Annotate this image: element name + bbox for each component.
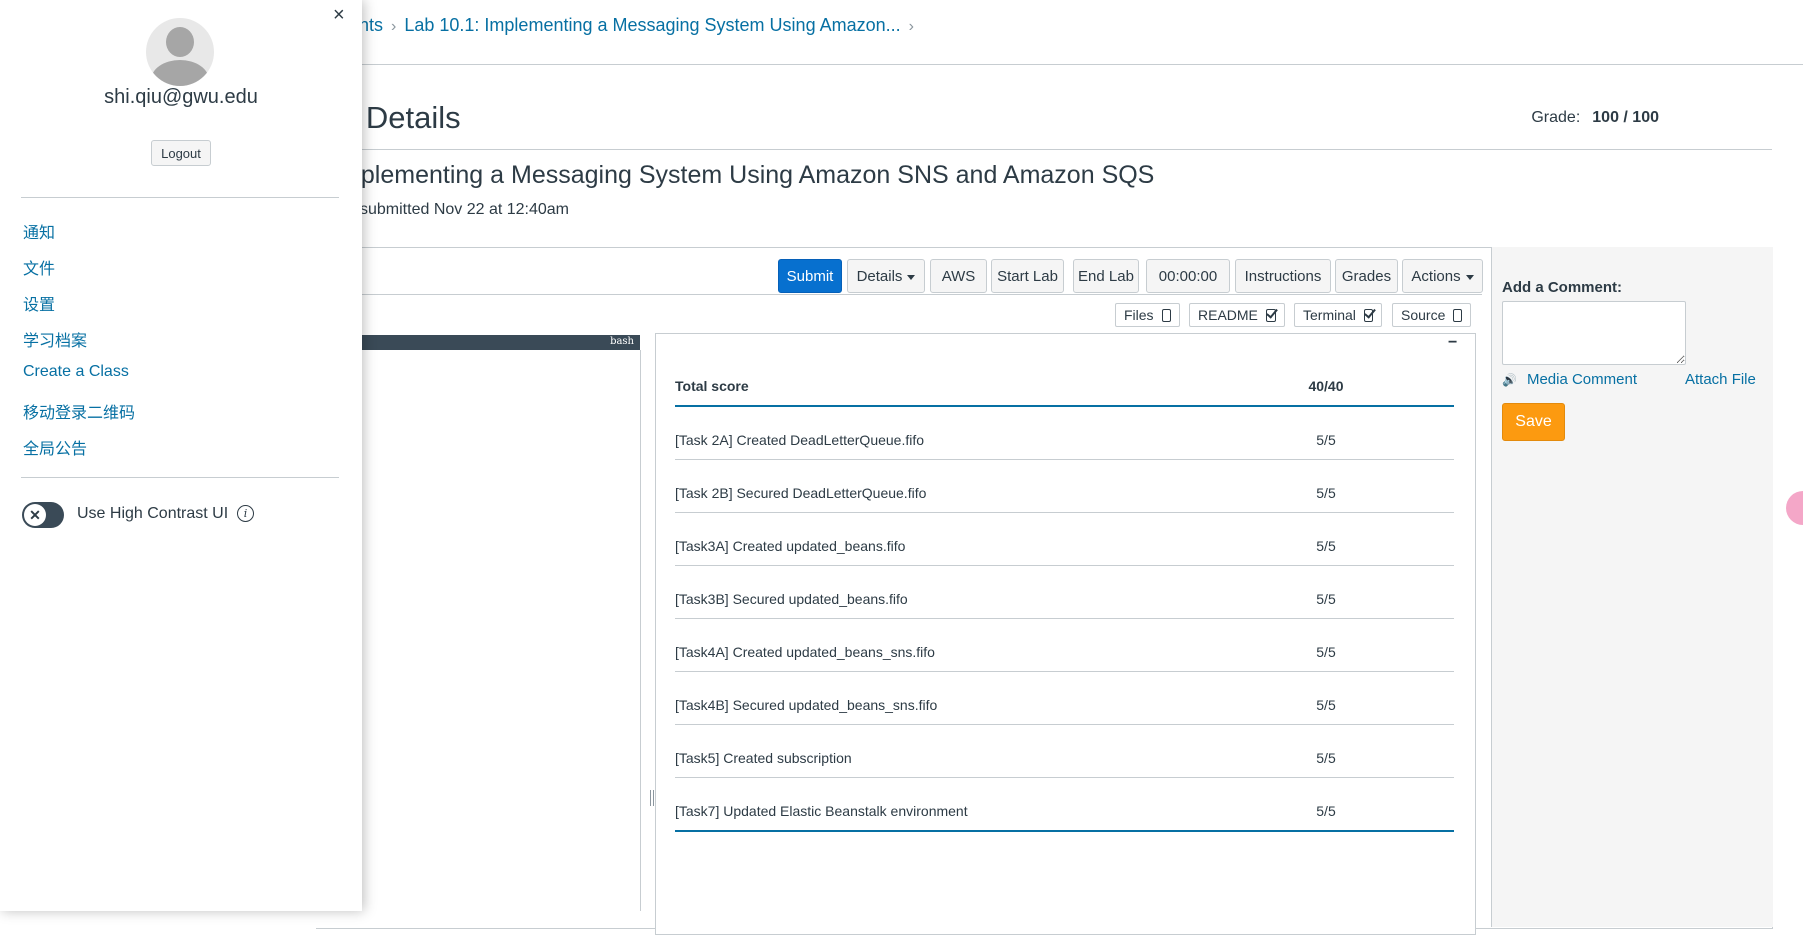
pane-resize-handle[interactable] bbox=[650, 790, 654, 806]
terminal-pane[interactable] bbox=[316, 350, 641, 911]
task-score: 5/5 bbox=[1316, 644, 1336, 660]
save-button[interactable]: Save bbox=[1502, 403, 1565, 441]
submitted-date: submitted Nov 22 at 12:40am bbox=[360, 201, 570, 218]
task-score: 5/5 bbox=[1316, 591, 1336, 607]
lab-timer: 00:00:00 bbox=[1146, 259, 1230, 293]
task-name: [Task5] Created subscription bbox=[675, 750, 852, 766]
tray-link-files[interactable]: 文件 bbox=[23, 255, 55, 279]
tray-link-create-class[interactable]: Create a Class bbox=[23, 363, 129, 381]
media-comment-link[interactable]: 🔊 Media Comment bbox=[1502, 371, 1637, 388]
terminal-tab-bar: bash bbox=[316, 335, 640, 350]
table-row: [Task 2A] Created DeadLetterQueue.fifo 5… bbox=[675, 407, 1454, 460]
user-email: shi.qiu@gwu.edu bbox=[104, 86, 258, 108]
source-toggle-label: Source bbox=[1401, 307, 1446, 323]
score-table-header: Total score 40/40 bbox=[675, 369, 1454, 407]
task-score: 5/5 bbox=[1316, 750, 1336, 766]
task-name: [Task4B] Secured updated_beans_sns.fifo bbox=[675, 697, 938, 713]
checkbox-checked-icon bbox=[1265, 308, 1276, 322]
avatar-body-shape bbox=[151, 60, 209, 86]
total-score-value: 40/40 bbox=[1308, 378, 1344, 394]
grade-value: 100 / 100 bbox=[1592, 109, 1659, 126]
caret-down-icon bbox=[907, 274, 916, 280]
checkbox-icon bbox=[1161, 308, 1171, 322]
task-name: [Task7] Updated Elastic Beanstalk enviro… bbox=[675, 803, 968, 819]
grade-display: Grade: 100 / 100 bbox=[1531, 109, 1659, 127]
task-score: 5/5 bbox=[1316, 538, 1336, 554]
submit-button[interactable]: Submit bbox=[778, 259, 842, 293]
files-toggle[interactable]: Files bbox=[1115, 303, 1180, 327]
terminal-toggle[interactable]: Terminal bbox=[1294, 303, 1382, 327]
tray-link-announcements[interactable]: 全局公告 bbox=[23, 435, 87, 459]
close-icon[interactable]: × bbox=[333, 4, 345, 27]
tray-link-qr-login[interactable]: 移动登录二维码 bbox=[23, 399, 135, 423]
details-dropdown[interactable]: Details bbox=[847, 259, 925, 293]
task-score: 5/5 bbox=[1316, 432, 1336, 448]
divider bbox=[316, 149, 1772, 150]
avatar-head-shape bbox=[166, 27, 194, 57]
total-score-label: Total score bbox=[675, 378, 749, 394]
end-lab-button[interactable]: End Lab bbox=[1073, 259, 1139, 293]
aws-button[interactable]: AWS bbox=[930, 259, 987, 293]
breadcrumb: ents › Lab 10.1: Implementing a Messaging … bbox=[349, 15, 922, 36]
start-lab-button[interactable]: Start Lab bbox=[991, 259, 1064, 293]
breadcrumb-item-lab[interactable]: Lab 10.1: Implementing a Messaging Syste… bbox=[404, 15, 900, 35]
terminal-tab-label[interactable]: bash bbox=[610, 336, 634, 347]
readme-toggle[interactable]: README bbox=[1189, 303, 1285, 327]
table-row: [Task3B] Secured updated_beans.fifo 5/5 bbox=[675, 566, 1454, 619]
high-contrast-label: Use High Contrast UI bbox=[77, 505, 229, 522]
info-icon[interactable]: i bbox=[237, 505, 254, 522]
tray-link-settings[interactable]: 设置 bbox=[23, 291, 55, 315]
divider bbox=[21, 477, 339, 478]
divider bbox=[316, 294, 1482, 295]
high-contrast-toggle[interactable]: ✕ bbox=[22, 502, 64, 528]
task-name: [Task 2B] Secured DeadLetterQueue.fifo bbox=[675, 485, 927, 501]
close-icon: ✕ bbox=[24, 504, 46, 526]
source-toggle[interactable]: Source bbox=[1392, 303, 1471, 327]
table-row: [Task3A] Created updated_beans.fifo 5/5 bbox=[675, 513, 1454, 566]
table-row: [Task4B] Secured updated_beans_sns.fifo … bbox=[675, 672, 1454, 725]
comment-textarea[interactable] bbox=[1502, 301, 1686, 365]
grades-button[interactable]: Grades bbox=[1335, 259, 1398, 293]
chevron-right-icon: › bbox=[908, 18, 914, 35]
score-table: Total score 40/40 [Task 2A] Created Dead… bbox=[675, 369, 1454, 832]
actions-label: Actions bbox=[1411, 267, 1461, 285]
task-score: 5/5 bbox=[1316, 697, 1336, 713]
checkbox-icon bbox=[1453, 308, 1462, 322]
terminal-toggle-label: Terminal bbox=[1303, 307, 1356, 323]
files-toggle-label: Files bbox=[1124, 307, 1154, 323]
instructions-button[interactable]: Instructions bbox=[1235, 259, 1331, 293]
checkbox-checked-icon bbox=[1363, 308, 1373, 322]
table-row: [Task5] Created subscription 5/5 bbox=[675, 725, 1454, 778]
minimize-button[interactable]: − bbox=[1448, 334, 1457, 352]
readme-toggle-label: README bbox=[1198, 307, 1258, 323]
divider bbox=[21, 197, 339, 198]
table-row: [Task 2B] Secured DeadLetterQueue.fifo 5… bbox=[675, 460, 1454, 513]
avatar bbox=[146, 18, 214, 86]
details-label: Details bbox=[856, 267, 903, 285]
tray-link-eportfolio[interactable]: 学习档案 bbox=[23, 327, 87, 351]
task-name: [Task 2A] Created DeadLetterQueue.fifo bbox=[675, 432, 925, 448]
grade-label: Grade: bbox=[1531, 109, 1581, 126]
logout-button[interactable]: Logout bbox=[151, 140, 211, 166]
floating-assistant-icon[interactable] bbox=[1786, 491, 1803, 525]
task-name: [Task3B] Secured updated_beans.fifo bbox=[675, 591, 908, 607]
actions-dropdown[interactable]: Actions bbox=[1402, 259, 1483, 293]
chevron-right-icon: › bbox=[391, 18, 397, 35]
add-comment-heading: Add a Comment: bbox=[1502, 279, 1622, 296]
task-name: [Task3A] Created updated_beans.fifo bbox=[675, 538, 906, 554]
user-tray: × shi.qiu@gwu.edu Logout 通知 文件 设置 学习档案 C… bbox=[0, 0, 362, 911]
speaker-icon: 🔊 bbox=[1502, 372, 1517, 387]
task-score: 5/5 bbox=[1316, 485, 1336, 501]
divider bbox=[316, 64, 1803, 65]
tray-link-notifications[interactable]: 通知 bbox=[23, 219, 55, 243]
attach-file-link[interactable]: Attach File bbox=[1685, 371, 1756, 388]
task-score: 5/5 bbox=[1316, 803, 1336, 819]
table-row: [Task4A] Created updated_beans_sns.fifo … bbox=[675, 619, 1454, 672]
caret-down-icon bbox=[1465, 274, 1474, 280]
table-row: [Task7] Updated Elastic Beanstalk enviro… bbox=[675, 778, 1454, 832]
assignment-title: nplementing a Messaging System Using Ama… bbox=[347, 161, 1155, 189]
task-name: [Task4A] Created updated_beans_sns.fifo bbox=[675, 644, 935, 660]
media-comment-label: Media Comment bbox=[1526, 371, 1637, 388]
